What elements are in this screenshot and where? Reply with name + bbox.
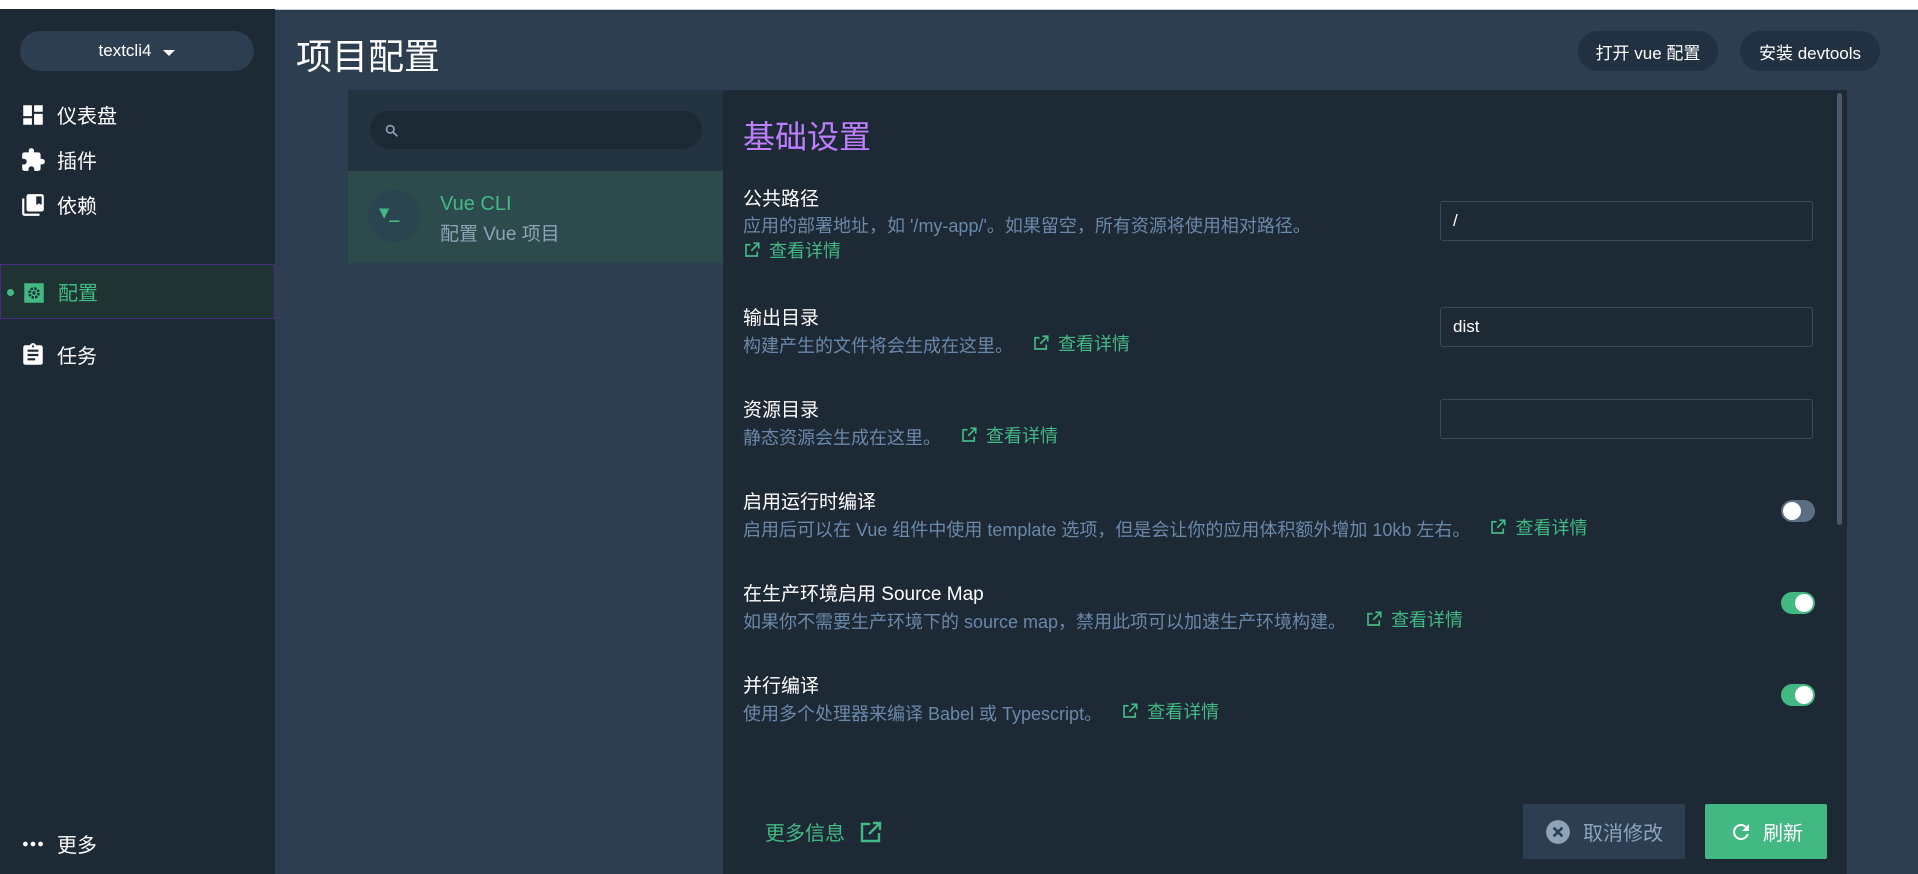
config-item-description: 配置 Vue 项目 <box>440 224 560 245</box>
toggle-knob <box>1795 594 1813 612</box>
sidebar-item-label: 仪表盘 <box>57 106 117 128</box>
setting-desc-parallel: 使用多个处理器来编译 Babel 或 Typescript。 <box>743 704 1103 724</box>
search-icon <box>385 124 398 137</box>
vertical-scrollbar[interactable] <box>1837 93 1842 525</box>
external-link-icon <box>962 427 977 442</box>
view-details-link[interactable]: 查看详情 <box>1365 606 1463 632</box>
section-title: 基础设置 <box>743 119 872 155</box>
more-horizontal-icon <box>23 841 43 847</box>
setting-desc-runtime-compiler: 启用后可以在 Vue 组件中使用 template 选项，但是会让你的应用体积额… <box>743 520 1471 540</box>
public-path-input[interactable] <box>1440 201 1813 241</box>
setting-link-row: 查看详情 <box>743 237 841 264</box>
setting-desc-row: 启用后可以在 Vue 组件中使用 template 选项，但是会让你的应用体积额… <box>743 514 1587 542</box>
search-box[interactable] <box>370 111 702 149</box>
chevron-down-icon <box>163 49 176 56</box>
toggle-knob <box>1783 502 1801 520</box>
external-link-icon <box>1034 335 1049 350</box>
browser-top-edge <box>0 0 1918 10</box>
refresh-button[interactable]: 刷新 <box>1705 804 1827 859</box>
runtime-compiler-toggle[interactable] <box>1781 500 1815 522</box>
setting-title-runtime-compiler: 启用运行时编译 <box>743 492 877 513</box>
external-link-icon <box>1491 519 1507 534</box>
config-item-name: Vue CLI <box>440 193 512 215</box>
view-details-label: 查看详情 <box>1515 518 1588 538</box>
assets-dir-input[interactable] <box>1440 399 1813 439</box>
setting-title-public-path: 公共路径 <box>743 189 820 210</box>
view-details-link[interactable]: 查看详情 <box>1121 698 1219 724</box>
external-link-icon <box>1123 703 1138 718</box>
setting-desc-row: 构建产生的文件将会生成在这里。 查看详情 <box>743 330 1130 358</box>
sidebar-item-dependencies[interactable]: 依赖 <box>0 177 275 232</box>
view-details-label: 查看详情 <box>769 241 841 261</box>
setting-title-output-dir: 输出目录 <box>743 308 820 329</box>
project-name: textcli4 <box>98 41 152 60</box>
toggle-knob <box>1795 686 1813 704</box>
sidebar-item-label: 更多 <box>57 835 97 857</box>
setting-title-assets-dir: 资源目录 <box>743 400 820 421</box>
refresh-label: 刷新 <box>1763 823 1803 845</box>
project-selector[interactable]: textcli4 <box>20 31 254 71</box>
view-details-label: 查看详情 <box>1391 610 1464 630</box>
puzzle-icon <box>22 148 45 171</box>
view-details-link[interactable]: 查看详情 <box>743 237 841 263</box>
more-info-label: 更多信息 <box>765 823 845 845</box>
view-details-link[interactable]: 查看详情 <box>960 422 1058 448</box>
setting-title-source-map: 在生产环境启用 Source Map <box>743 584 984 605</box>
open-vue-config-button[interactable]: 打开 vue 配置 <box>1578 31 1718 71</box>
setting-desc-row: 如果你不需要生产环境下的 source map，禁用此项可以加速生产环境构建。 … <box>743 606 1463 634</box>
setting-desc-assets-dir: 静态资源会生成在这里。 <box>743 428 941 448</box>
settings-icon <box>24 283 44 303</box>
setting-desc-output-dir: 构建产生的文件将会生成在这里。 <box>743 336 1013 356</box>
search-input[interactable] <box>410 111 690 149</box>
view-details-label: 查看详情 <box>1147 702 1220 722</box>
sidebar-item-tasks[interactable]: 任务 <box>0 327 275 382</box>
vue-cli-avatar: ▼_ <box>368 190 420 242</box>
config-list-panel: ▼_ Vue CLI 配置 Vue 项目 <box>348 90 723 874</box>
setting-desc-row: 静态资源会生成在这里。 查看详情 <box>743 422 1058 450</box>
sidebar: textcli4 仪表盘 插件 依赖 配置 任务 更多 <box>0 9 275 874</box>
sidebar-item-configuration[interactable]: 配置 <box>0 264 275 319</box>
config-detail-panel: 基础设置 公共路径 应用的部署地址，如 '/my-app/'。如果留空，所有资源… <box>723 90 1847 874</box>
dashboard-icon <box>23 105 43 125</box>
library-icon <box>22 194 44 216</box>
external-link-icon <box>860 821 882 842</box>
external-link-icon <box>745 242 760 257</box>
cancel-changes-label: 取消修改 <box>1583 823 1663 845</box>
install-devtools-button[interactable]: 安装 devtools <box>1740 31 1880 71</box>
setting-desc-source-map: 如果你不需要生产环境下的 source map，禁用此项可以加速生产环境构建。 <box>743 612 1347 632</box>
sidebar-item-label: 插件 <box>57 151 97 173</box>
close-circle-icon <box>1546 819 1570 844</box>
search-bar-area <box>348 90 723 171</box>
setting-title-parallel: 并行编译 <box>743 676 820 697</box>
page-title: 项目配置 <box>296 36 441 77</box>
setting-desc-public-path: 应用的部署地址，如 '/my-app/'。如果留空，所有资源将使用相对路径。 <box>743 216 1311 236</box>
view-details-link[interactable]: 查看详情 <box>1489 514 1587 540</box>
cancel-changes-button[interactable]: 取消修改 <box>1523 804 1685 859</box>
config-item-vue-cli[interactable]: ▼_ Vue CLI 配置 Vue 项目 <box>348 171 723 263</box>
sidebar-item-more[interactable]: 更多 <box>0 816 275 871</box>
view-details-label: 查看详情 <box>1058 334 1131 354</box>
terminal-icon: ▼_ <box>379 203 400 223</box>
refresh-icon <box>1733 823 1749 840</box>
clipboard-icon <box>23 343 43 365</box>
sidebar-item-label: 依赖 <box>57 196 97 218</box>
view-details-label: 查看详情 <box>986 426 1059 446</box>
parallel-toggle[interactable] <box>1781 684 1815 706</box>
sidebar-item-label: 配置 <box>58 283 98 305</box>
active-indicator <box>7 289 14 296</box>
sidebar-item-label: 任务 <box>57 346 97 368</box>
setting-desc-row: 使用多个处理器来编译 Babel 或 Typescript。 查看详情 <box>743 698 1219 726</box>
view-details-link[interactable]: 查看详情 <box>1032 330 1130 356</box>
source-map-toggle[interactable] <box>1781 592 1815 614</box>
output-dir-input[interactable] <box>1440 307 1813 347</box>
more-info-link[interactable]: 更多信息 <box>765 817 883 846</box>
external-link-icon <box>1367 611 1382 626</box>
